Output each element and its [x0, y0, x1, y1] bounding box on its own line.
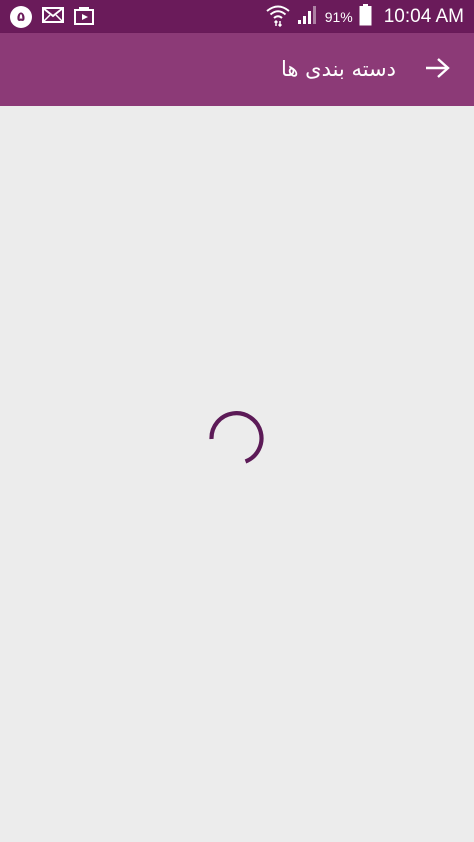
battery-icon: [359, 4, 372, 30]
mail-icon: [42, 7, 64, 27]
notification-count-badge: ۵: [10, 6, 32, 28]
app-screen: ۵ 91% 10:04 AM دسته بندی ها: [0, 0, 474, 842]
back-button[interactable]: [422, 55, 452, 85]
page-title: دسته بندی ها: [280, 57, 396, 81]
status-bar-system: 91% 10:04 AM: [265, 4, 464, 30]
app-toolbar: دسته بندی ها: [0, 33, 474, 106]
signal-icon: [297, 5, 319, 29]
app-store-icon: [74, 5, 94, 29]
loading-spinner: [207, 408, 265, 466]
content-area: [0, 106, 474, 842]
status-bar: ۵ 91% 10:04 AM: [0, 0, 474, 33]
arrow-forward-icon: [424, 57, 450, 83]
battery-percentage: 91%: [324, 9, 353, 25]
wifi-icon: [265, 3, 291, 31]
status-bar-clock: 10:04 AM: [383, 6, 464, 27]
status-bar-notifications: ۵: [10, 5, 94, 29]
